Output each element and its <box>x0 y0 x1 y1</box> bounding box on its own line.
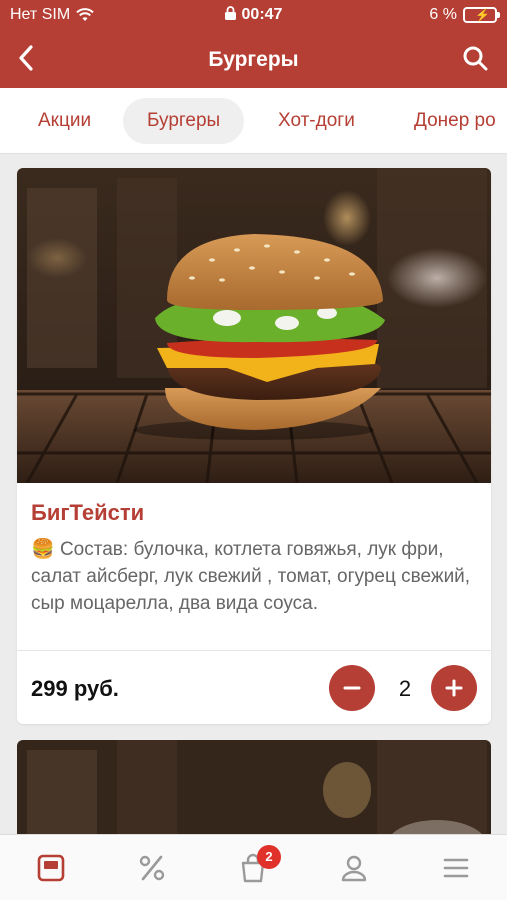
battery-icon: ⚡ <box>463 7 500 23</box>
search-icon <box>463 46 488 71</box>
tab-menu[interactable] <box>21 845 81 891</box>
product-card[interactable]: БигТейсти 🍔 Состав: булочка, котлета гов… <box>17 168 491 724</box>
tab-hotdogs[interactable]: Хот-доги <box>254 98 379 144</box>
bottom-tab-bar: 2 <box>0 834 507 900</box>
product-name: БигТейсти <box>31 500 145 525</box>
tab-profile[interactable] <box>324 845 384 891</box>
time-label: 00:47 <box>241 6 283 23</box>
battery-percent: 6 % <box>429 6 457 23</box>
profile-icon <box>341 855 367 882</box>
tab-more[interactable] <box>426 845 486 891</box>
tab-promotions[interactable]: Акции <box>14 98 115 144</box>
product-photo <box>17 168 491 483</box>
product-price: 299 руб. <box>31 676 119 701</box>
decrease-quantity-button[interactable] <box>329 665 375 711</box>
tab-burgers[interactable]: Бургеры <box>123 98 245 144</box>
minus-icon <box>343 686 361 690</box>
plus-icon <box>445 679 463 697</box>
page-title: Бургеры <box>208 48 299 71</box>
tab-promotions-nav[interactable] <box>122 845 182 891</box>
menu-book-icon <box>37 854 65 882</box>
tab-cart[interactable]: 2 <box>223 845 283 891</box>
status-right: 6 % ⚡ <box>429 6 500 24</box>
hamburger-menu-icon <box>443 858 469 878</box>
search-button[interactable] <box>459 42 491 74</box>
divider <box>17 650 491 651</box>
navigation-bar: Бургеры <box>0 30 507 88</box>
product-description: 🍔 Состав: булочка, котлета говяжья, лук … <box>31 536 481 617</box>
description-text: Состав: булочка, котлета говяжья, лук фр… <box>31 539 471 614</box>
quantity-value: 2 <box>398 676 412 701</box>
lock-icon <box>224 6 236 20</box>
percent-icon <box>139 855 165 881</box>
increase-quantity-button[interactable] <box>431 665 477 711</box>
status-bar: Нет SIM 00:47 6 % ⚡ <box>0 0 507 30</box>
category-tabs: Акции Бургеры Хот-доги Донер ро <box>0 88 507 154</box>
burger-icon: 🍔 <box>31 539 55 560</box>
top-bar: Нет SIM 00:47 6 % ⚡ Бургеры <box>0 0 507 88</box>
cart-badge: 2 <box>257 845 281 869</box>
tab-doner[interactable]: Донер ро <box>390 98 507 144</box>
